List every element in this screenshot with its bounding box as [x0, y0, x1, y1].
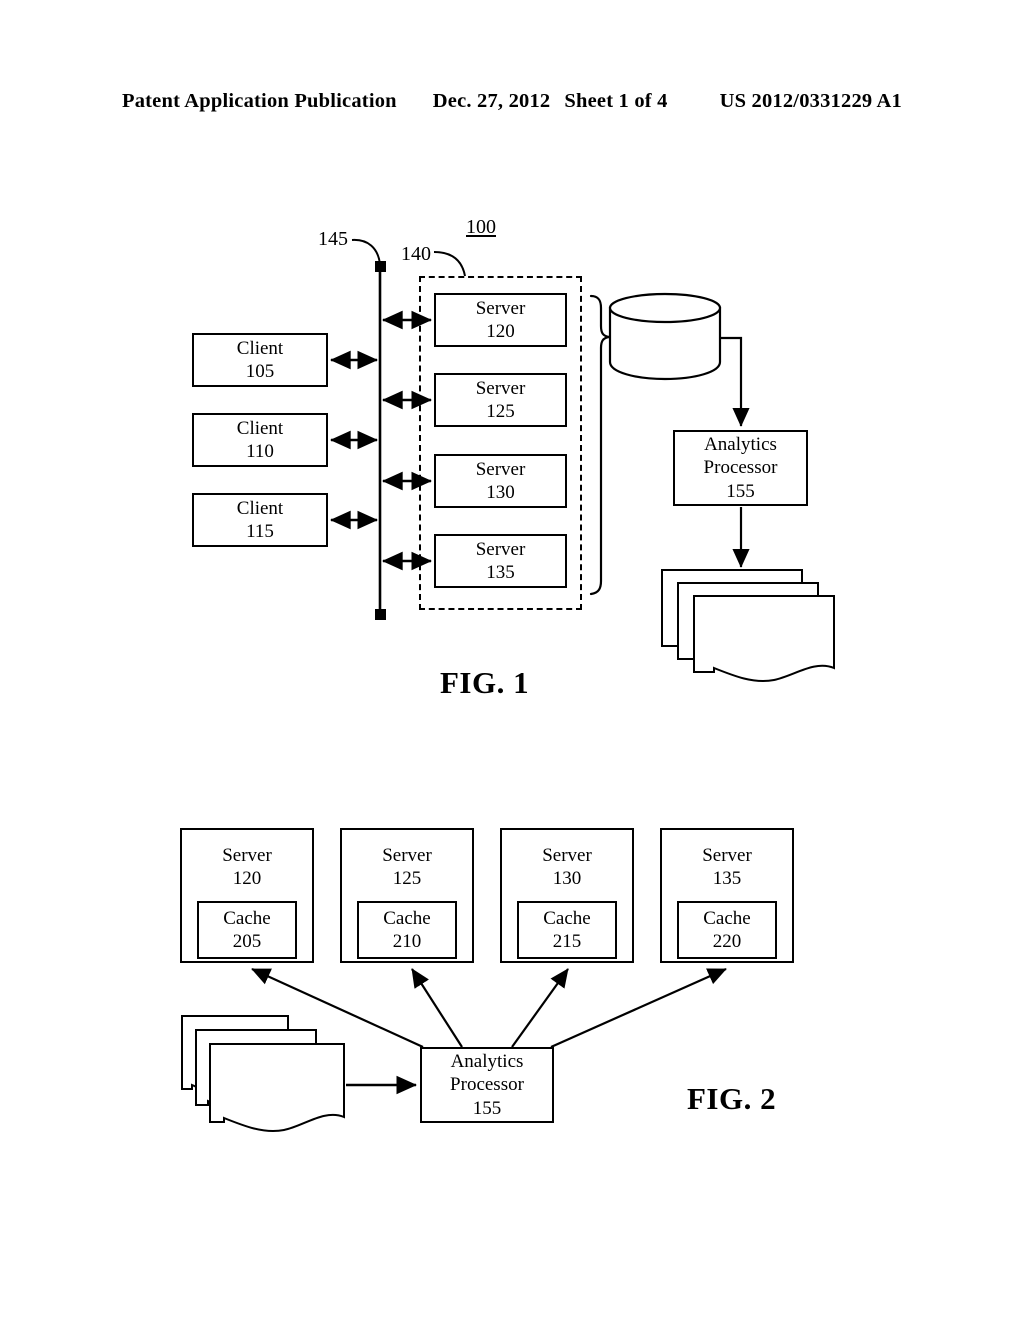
fig1-server-130-name: Server [475, 458, 526, 480]
fig2-server-125-box: Server 125 Cache 210 [340, 828, 474, 963]
fig1-client-110-box: Client 110 [192, 413, 328, 467]
patent-drawing-page: Patent Application Publication Dec. 27, … [0, 0, 1024, 1320]
fig2-caption: FIG. 2 [687, 1081, 777, 1116]
fig1-server-135-name: Server [475, 538, 526, 560]
publication-title: Patent Application Publication [121, 89, 397, 112]
fig1-server-135-ref: 135 [486, 562, 515, 583]
fig1-bus-terminator-top [375, 261, 386, 272]
fig1-usage-data-ref: 150 [650, 344, 680, 366]
fig2-cache-215-name: Cache [543, 908, 591, 930]
fig1-client-105-ref: 105 [245, 361, 275, 382]
fig2-arrow-analytics-to-server130 [511, 968, 569, 1048]
fig1-analytics-processor-name-1: Analytics [704, 434, 777, 456]
fig2-arrow-analytics-to-server120 [251, 967, 424, 1049]
fig2-usage-patterns-name-2: Patterns [254, 1079, 316, 1101]
fig1-bus-terminator-bottom [375, 609, 386, 620]
fig2-arrow-analytics-to-server125 [411, 968, 463, 1048]
fig1-client-105-box: Client 105 [192, 333, 328, 387]
fig2-cache-215-ref: 215 [552, 931, 582, 953]
fig2-cache-210-name: Cache [383, 908, 431, 930]
fig1-caption: FIG. 1 [440, 665, 530, 700]
fig1-leader-145 [351, 238, 381, 265]
fig2-cache-220-box: Cache 220 [677, 901, 777, 960]
fig2-cache-205-ref: 205 [232, 931, 262, 953]
fig1-client-115-name: Client [236, 497, 284, 519]
sheet-number: Sheet 1 of 4 [564, 89, 668, 112]
fig1-server-120-name: Server [475, 297, 526, 319]
fig2-server-130-ref: 130 [552, 868, 582, 890]
fig2-server-120-box: Server 120 Cache 205 [180, 828, 314, 963]
fig1-server-120-ref: 120 [486, 321, 515, 342]
fig1-usage-data-label: Usage Data 150 [610, 322, 720, 368]
fig2-server-125-ref: 125 [392, 868, 422, 890]
fig2-cache-210-box: Cache 210 [357, 901, 457, 960]
fig1-arrow-usagedata-to-analytics [721, 336, 750, 427]
fig1-usage-patterns-name-1: Usage [736, 599, 784, 620]
fig1-system-ref-100: 100 [466, 216, 496, 238]
fig2-server-135-name: Server [702, 845, 752, 866]
fig1-analytics-processor-ref: 155 [726, 480, 755, 502]
fig2-cache-220-ref: 220 [712, 931, 742, 953]
publication-number: US 2012/0331229 A1 [719, 89, 903, 112]
fig2-server-135-ref: 135 [712, 868, 742, 890]
fig2-server-120-name: Server [222, 845, 272, 866]
fig2-analytics-processor-box: Analytics Processor 155 [420, 1047, 554, 1123]
publication-header: Patent Application Publication Dec. 27, … [0, 84, 1024, 118]
fig1-server-125-box: Server 125 [434, 373, 567, 427]
fig1-bus-ref-145: 145 [318, 228, 348, 250]
fig1-leader-140 [433, 251, 466, 277]
fig1-client-110-ref: 110 [246, 441, 274, 462]
fig1-server-130-ref: 130 [486, 482, 515, 503]
fig2-server-125-name: Server [382, 845, 432, 866]
fig2-server-135-box: Server 135 Cache 220 [660, 828, 794, 963]
fig2-server-120-ref: 120 [232, 868, 262, 890]
fig1-client-110-name: Client [236, 417, 284, 439]
fig1-server-group-brace [589, 294, 610, 596]
fig2-analytics-processor-name-2: Processor [450, 1074, 524, 1096]
fig2-usage-patterns-name-1: Usage [261, 1056, 309, 1077]
fig2-usage-patterns-ref: 160 [270, 1103, 300, 1125]
publication-date: Dec. 27, 2012 [432, 89, 551, 112]
fig1-client-115-ref: 115 [246, 521, 274, 542]
fig1-server-130-box: Server 130 [434, 454, 567, 508]
fig2-analytics-processor-ref: 155 [472, 1097, 502, 1119]
fig2-analytics-processor-name-1: Analytics [450, 1051, 524, 1073]
fig2-arrow-analytics-to-server135 [550, 967, 727, 1049]
fig1-client-115-box: Client 115 [192, 493, 328, 547]
fig2-server-130-box: Server 130 Cache 215 [500, 828, 634, 963]
fig1-server-125-name: Server [475, 377, 526, 399]
fig2-server-130-name: Server [542, 845, 592, 866]
fig2-cache-205-name: Cache [223, 908, 271, 930]
fig1-network-ref-140: 140 [401, 243, 431, 265]
fig1-server-135-box: Server 135 [434, 534, 567, 588]
fig1-usage-data-name: Usage Data [620, 322, 710, 343]
fig2-cache-220-name: Cache [703, 908, 751, 930]
fig1-server-120-box: Server 120 [434, 293, 567, 347]
fig1-usage-patterns-label: Usage Patterns 160 [700, 598, 820, 669]
fig2-cache-210-ref: 210 [392, 931, 422, 953]
fig1-server-125-ref: 125 [486, 401, 515, 422]
fig2-usage-patterns-label: Usage Patterns 160 [225, 1055, 345, 1126]
fig2-cache-215-box: Cache 215 [517, 901, 617, 960]
fig1-usage-patterns-ref: 160 [745, 646, 775, 668]
fig1-analytics-processor-name-2: Processor [703, 457, 778, 479]
fig1-analytics-processor-box: Analytics Processor 155 [673, 430, 808, 506]
fig1-usage-patterns-name-2: Patterns [729, 622, 791, 644]
fig1-client-105-name: Client [236, 337, 284, 359]
fig2-cache-205-box: Cache 205 [197, 901, 297, 960]
